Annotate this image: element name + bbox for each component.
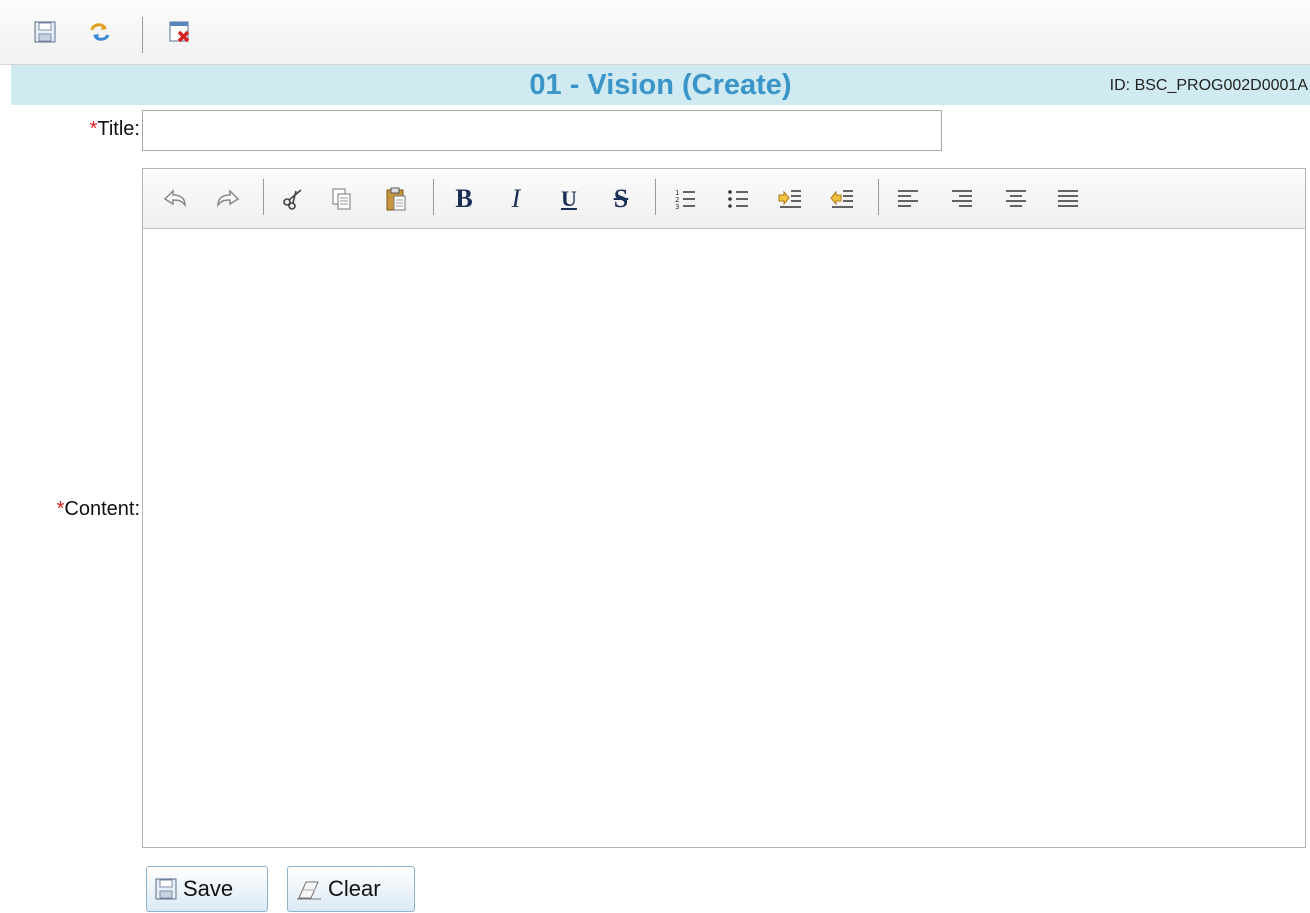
save-icon[interactable] bbox=[33, 20, 57, 44]
undo-icon[interactable] bbox=[160, 184, 190, 214]
save-button-label: Save bbox=[183, 876, 234, 901]
top-toolbar bbox=[0, 0, 1310, 65]
program-id: ID: BSC_PROG002D0001A bbox=[1109, 77, 1308, 94]
title-label: *Title: bbox=[60, 118, 140, 141]
save-button[interactable]: Save bbox=[146, 866, 268, 912]
copy-icon[interactable] bbox=[327, 184, 357, 214]
paste-icon[interactable] bbox=[381, 184, 411, 214]
title-label-text: Title: bbox=[97, 118, 140, 140]
content-editor-area[interactable] bbox=[143, 229, 1305, 847]
align-right-icon[interactable] bbox=[947, 184, 977, 214]
ordered-list-icon[interactable]: 123 bbox=[670, 184, 700, 214]
clear-button[interactable]: Clear bbox=[287, 866, 415, 912]
redo-icon[interactable] bbox=[213, 184, 243, 214]
italic-icon[interactable]: I bbox=[501, 184, 531, 214]
align-center-icon[interactable] bbox=[1001, 184, 1031, 214]
unordered-list-icon[interactable] bbox=[723, 184, 753, 214]
cut-icon[interactable] bbox=[278, 184, 308, 214]
title-input[interactable] bbox=[142, 110, 942, 151]
underline-icon[interactable]: U bbox=[554, 184, 584, 214]
title-bar: 01 - Vision (Create) ID: BSC_PROG002D000… bbox=[11, 65, 1310, 105]
clear-button-label: Clear bbox=[328, 876, 381, 901]
svg-text:3: 3 bbox=[675, 203, 679, 211]
strikethrough-icon[interactable]: S bbox=[606, 184, 636, 214]
justify-icon[interactable] bbox=[1053, 184, 1083, 214]
save-icon bbox=[155, 878, 177, 900]
editor-toolbar: B I U S 123 bbox=[143, 169, 1305, 229]
refresh-icon[interactable] bbox=[88, 20, 112, 44]
align-left-icon[interactable] bbox=[893, 184, 923, 214]
close-window-icon[interactable] bbox=[168, 20, 192, 44]
content-label: *Content: bbox=[10, 498, 140, 521]
bold-icon[interactable]: B bbox=[449, 184, 479, 214]
indent-icon[interactable] bbox=[775, 184, 805, 214]
content-label-text: Content: bbox=[64, 498, 140, 520]
outdent-icon[interactable] bbox=[827, 184, 857, 214]
eraser-icon bbox=[296, 878, 322, 900]
content-editor: B I U S 123 bbox=[142, 168, 1306, 848]
